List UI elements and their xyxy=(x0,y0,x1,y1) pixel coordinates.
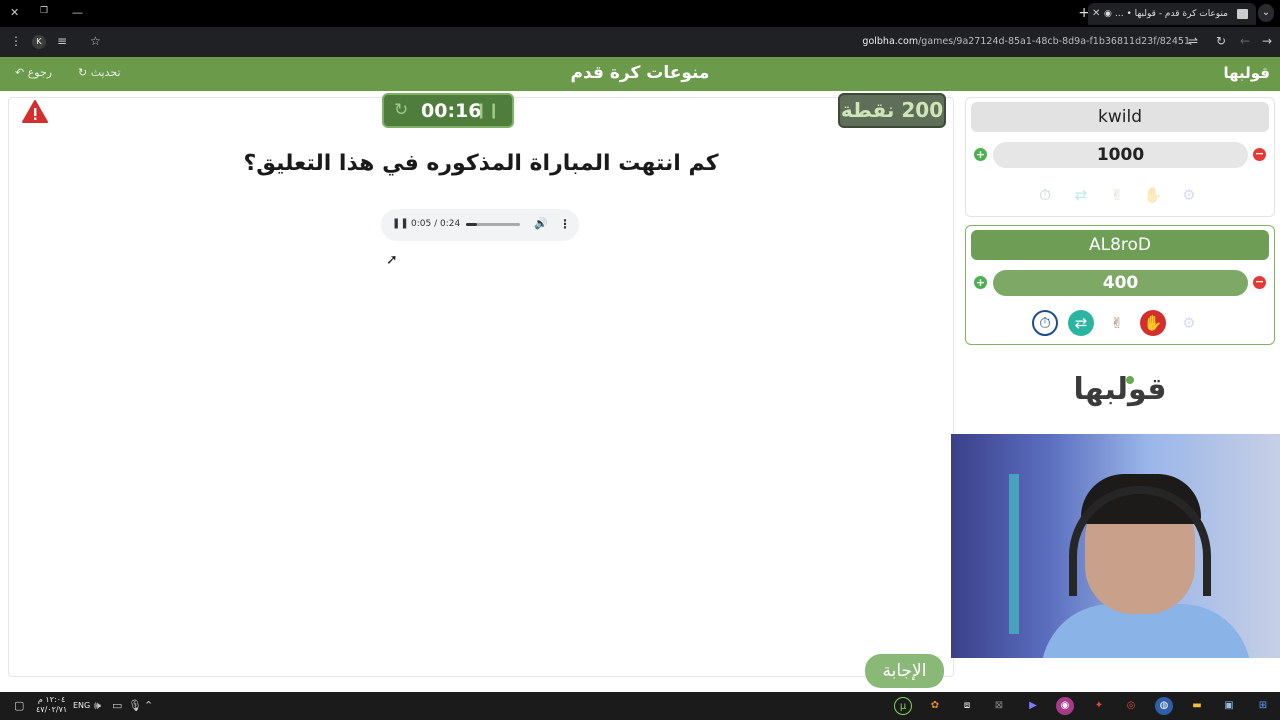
lifelines: ⏱ ⇄ ✌ ✋ ⚙ xyxy=(1032,310,1212,336)
tab-favicon-icon xyxy=(1237,9,1248,19)
forward-icon[interactable]: ← xyxy=(1240,34,1250,48)
volume-icon[interactable]: 🔊 xyxy=(534,217,548,230)
light-strip xyxy=(1009,474,1019,634)
close-window-icon[interactable]: ✕ xyxy=(10,6,19,19)
brand-logo-text: قولبها xyxy=(1073,372,1167,407)
timer-reset-icon[interactable]: ↻ xyxy=(394,100,408,120)
chrome-icon[interactable]: ◍ xyxy=(1155,697,1173,715)
back-button[interactable]: رجوع ↶ xyxy=(15,66,52,79)
brand-logo: قولبها xyxy=(1070,372,1170,407)
browser-toolbar: ⋮ K ≡ ☆ golbha.com/games/9a27124d-85a1-4… xyxy=(0,27,1280,57)
extra-lifeline-icon[interactable]: ⚙ xyxy=(1176,310,1202,336)
reload-icon[interactable]: ↻ xyxy=(1216,34,1226,48)
back-icon[interactable]: → xyxy=(1262,34,1272,48)
question-points: 200 نقطة xyxy=(838,93,946,128)
tray-chevron-icon[interactable]: ⌃ xyxy=(144,699,153,712)
address-bar[interactable]: golbha.com/games/9a27124d-85a1-48cb-8d9a… xyxy=(862,36,1190,47)
team-card-1: kwild + 1000 − ⏱ ⇄ ✌ ✋ ⚙ xyxy=(965,97,1275,217)
refresh-icon: ↻ xyxy=(78,66,88,79)
two-answers-lifeline-icon[interactable]: ✌ xyxy=(1104,182,1130,208)
stop-lifeline-icon[interactable]: ✋ xyxy=(1140,310,1166,336)
network-icon[interactable]: ▭ xyxy=(112,699,122,712)
app-icon[interactable]: ◉ xyxy=(1056,697,1074,715)
back-label: رجوع xyxy=(27,66,53,79)
remove-points-icon[interactable]: − xyxy=(1253,148,1266,161)
undo-icon: ↶ xyxy=(15,66,25,79)
os-taskbar: ▢ ١٢:٠٤ م ٤٧/٠٢/٧١ ENG 🕪 ▭ 🎙 ⌃ μ ✿ ⧈ ⊠ ▶… xyxy=(0,692,1280,720)
audio-time: 0:05 / 0:24 xyxy=(411,219,461,229)
question-text: كم انتهت المباراة المذكوره في هذا التعلي… xyxy=(243,151,719,176)
url-domain: golbha.com xyxy=(862,36,919,47)
team-name: AL8roD xyxy=(971,230,1269,260)
pause-icon[interactable]: ❚❚ xyxy=(392,218,409,229)
two-answers-lifeline-icon[interactable]: ✌ xyxy=(1104,310,1130,336)
team-score: 400 xyxy=(993,270,1248,296)
tab-close-icon[interactable]: ✕ xyxy=(1092,3,1100,25)
reading-list-icon[interactable]: ≡ xyxy=(57,34,67,48)
profile-avatar[interactable]: K xyxy=(32,35,46,49)
url-path: /games/9a27124d-85a1-48cb-8d9a-f1b36811d… xyxy=(918,36,1190,47)
team-card-2: AL8roD + 400 − ⏱ ⇄ ✌ ✋ ⚙ xyxy=(965,225,1275,345)
timer-lifeline-icon[interactable]: ⏱ xyxy=(1032,182,1058,208)
add-points-icon[interactable]: + xyxy=(974,148,987,161)
team-name: kwild xyxy=(971,102,1269,132)
lifelines: ⏱ ⇄ ✌ ✋ ⚙ xyxy=(1032,182,1212,208)
refresh-button[interactable]: تحديث ↻ xyxy=(78,66,121,79)
team-score: 1000 xyxy=(993,142,1248,168)
tab-audio-icon[interactable]: ◉ xyxy=(1104,3,1112,25)
menu-icon[interactable]: ⋮ xyxy=(10,34,22,48)
extra-lifeline-icon[interactable]: ⚙ xyxy=(1176,182,1202,208)
question-panel xyxy=(8,97,954,677)
obs-icon[interactable]: ◎ xyxy=(1122,697,1140,715)
add-points-icon[interactable]: + xyxy=(974,276,987,289)
app-header: منوعات كرة قدم رجوع ↶ تحديث ↻ قولبها xyxy=(0,57,1280,91)
timer-lifeline-icon[interactable]: ⏱ xyxy=(1032,310,1058,336)
store-icon[interactable]: ▣ xyxy=(1220,697,1238,715)
swap-lifeline-icon[interactable]: ⇄ xyxy=(1068,182,1094,208)
notifications-icon[interactable]: ▢ xyxy=(14,699,24,712)
start-icon[interactable]: ⊞ xyxy=(1254,697,1272,715)
app-icon[interactable]: ✿ xyxy=(926,697,944,715)
timer-value: 00:16 xyxy=(421,100,482,122)
audio-progress-fill xyxy=(466,223,478,226)
microphone-icon[interactable]: 🎙 xyxy=(128,699,142,712)
more-options-icon[interactable]: ⋮ xyxy=(559,217,571,231)
utorrent-icon[interactable]: μ xyxy=(894,697,912,715)
site-settings-icon[interactable]: ⇌ xyxy=(1188,34,1198,48)
header-logo[interactable]: قولبها xyxy=(1223,64,1270,82)
timer: ↻ 00:16 ❙❙ xyxy=(382,93,514,128)
minimize-window-icon[interactable]: — xyxy=(72,6,83,19)
app-icon[interactable]: ⊠ xyxy=(990,697,1008,715)
mouse-cursor-icon: ➚ xyxy=(386,252,398,268)
answer-button[interactable]: الإجابة xyxy=(865,654,944,688)
warning-icon[interactable] xyxy=(22,99,48,125)
remove-points-icon[interactable]: − xyxy=(1253,276,1266,289)
tab-search-icon[interactable]: ⌄ xyxy=(1258,4,1274,22)
swap-lifeline-icon[interactable]: ⇄ xyxy=(1068,310,1094,336)
capcut-icon[interactable]: ⧈ xyxy=(958,697,976,715)
timer-pause-icon[interactable]: ❙❙ xyxy=(475,101,500,119)
tab-active[interactable]: منوعات كرة قدم - قولبها • ... ◉ ✕ xyxy=(1088,3,1256,25)
refresh-label: تحديث xyxy=(90,66,121,79)
app-icon[interactable]: ✦ xyxy=(1090,697,1108,715)
taskbar-time: ١٢:٠٤ م xyxy=(37,695,66,704)
webcam-overlay xyxy=(951,434,1280,658)
taskbar-clock[interactable]: ١٢:٠٤ م ٤٧/٠٢/٧١ xyxy=(36,695,67,715)
browser-tabbar: ✕ ❐ — + منوعات كرة قدم - قولبها • ... ◉ … xyxy=(0,0,1280,27)
tab-title: منوعات كرة قدم - قولبها • ... xyxy=(1115,9,1228,19)
speaker-icon[interactable]: 🕪 xyxy=(94,699,101,713)
taskbar-date: ٤٧/٠٢/٧١ xyxy=(36,705,68,714)
logo-dot xyxy=(1126,376,1134,384)
page-title: منوعات كرة قدم xyxy=(570,63,710,83)
audio-player: ❚❚ 0:05 / 0:24 🔊 ⋮ xyxy=(381,209,579,241)
audio-seek-bar[interactable] xyxy=(466,223,520,226)
file-explorer-icon[interactable]: ▬ xyxy=(1188,697,1206,715)
bookmark-star-icon[interactable]: ☆ xyxy=(90,34,101,48)
stop-lifeline-icon[interactable]: ✋ xyxy=(1140,182,1166,208)
restore-window-icon[interactable]: ❐ xyxy=(40,6,48,16)
language-indicator[interactable]: ENG xyxy=(73,701,90,710)
media-player-icon[interactable]: ▶ xyxy=(1024,697,1042,715)
